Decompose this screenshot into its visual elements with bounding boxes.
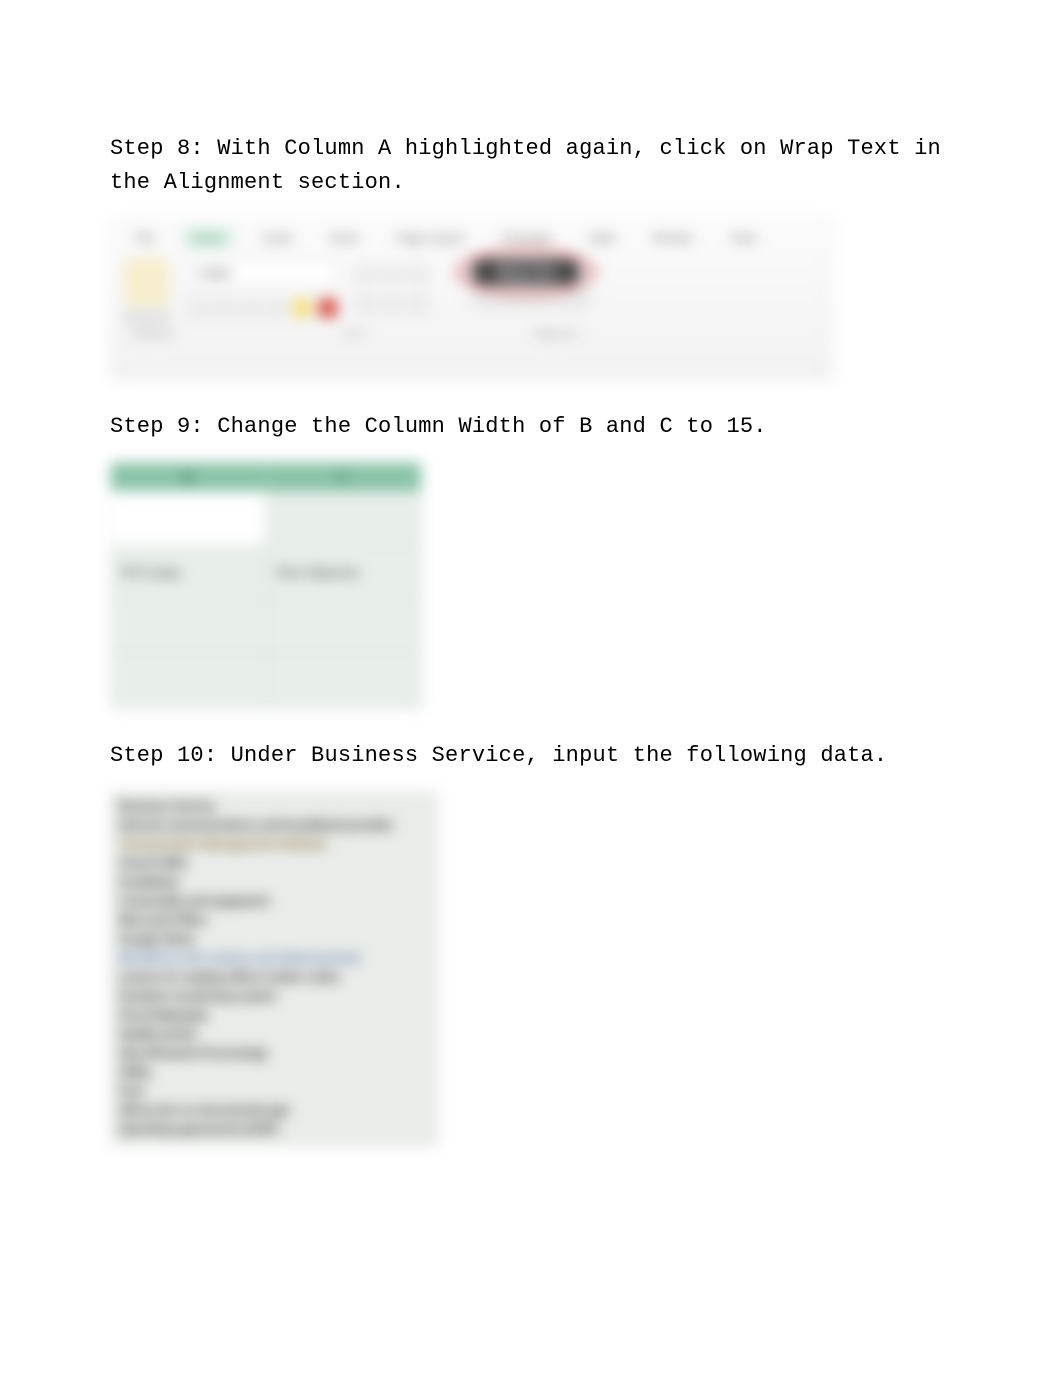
tab-view[interactable]: View — [721, 227, 767, 249]
bold-icon[interactable] — [189, 299, 207, 317]
step8-body: With Column A highlighted again, click o… — [110, 136, 941, 195]
list-item: Ops (Pinnacle Processing) — [119, 1045, 429, 1061]
list-item: Fuel — [119, 1083, 429, 1099]
step10-label: Step 10: — [110, 743, 231, 768]
step8-screenshot: File Home Insert Draw Page Layout Formul… — [110, 218, 952, 380]
align-top-icon[interactable] — [357, 265, 375, 283]
cut-icon[interactable] — [125, 311, 137, 323]
step9-screenshot: B C RTO (day) Plan Objective — [110, 462, 952, 709]
tab-data[interactable]: Data — [580, 227, 625, 249]
font-name-select[interactable]: Calibri — [189, 259, 337, 287]
ribbon-tabs: File Home Insert Draw Page Layout Formul… — [111, 219, 831, 255]
tab-formulas[interactable]: Formulas — [492, 227, 562, 249]
align-middle-icon[interactable] — [383, 265, 401, 283]
step10-screenshot: Business Service Internal communications… — [110, 791, 952, 1146]
group-label-clipboard: Clipboard — [131, 329, 174, 340]
group-label-alignment: Alignment — [534, 329, 578, 340]
clipboard-group — [125, 259, 169, 323]
tab-home[interactable]: Home — [182, 227, 234, 249]
cell-b4[interactable] — [111, 654, 266, 708]
list-item: Business Service — [119, 798, 429, 814]
list-item: Microsoft Office — [119, 912, 429, 928]
step9-body: Change the Column Width of B and C to 15… — [217, 414, 767, 439]
tab-pagelayout[interactable]: Page Layout — [386, 227, 473, 249]
table-row — [111, 491, 421, 545]
font-name-value: Calibri — [198, 266, 232, 280]
align-bottom-icon[interactable] — [409, 265, 427, 283]
paste-icon[interactable] — [126, 259, 168, 305]
list-item: Internal communications and broadband pr… — [119, 817, 429, 833]
list-item: MS ERP (is A/P, vendors and disbursement… — [119, 950, 429, 966]
cell-b3[interactable] — [111, 600, 266, 654]
column-header-c[interactable]: C — [266, 463, 421, 491]
step10-text: Step 10: Under Business Service, input t… — [110, 739, 952, 773]
table-row — [111, 600, 421, 654]
cell-c4[interactable] — [266, 654, 421, 708]
list-item: Transportation Management Software — [119, 836, 429, 852]
fillcolor-icon[interactable] — [293, 299, 311, 317]
list-item: Leisure for reading office/ vendor codes — [119, 969, 429, 985]
align-left-icon[interactable] — [357, 295, 375, 313]
cell-b2[interactable]: RTO (day) — [111, 546, 266, 600]
cell-b1[interactable] — [111, 491, 266, 545]
step9-text: Step 9: Change the Column Width of B and… — [110, 410, 952, 444]
align-icons-group — [357, 259, 427, 313]
list-item: Donation monitoring system — [119, 988, 429, 1004]
table-row — [111, 654, 421, 708]
step10-body: Under Business Service, input the follow… — [231, 743, 888, 768]
cell-c3[interactable] — [266, 600, 421, 654]
list-item: Facilitation — [119, 874, 429, 890]
group-label-font: Font — [344, 329, 364, 340]
list-item: Google Sheet — [119, 931, 429, 947]
annotation-circle — [457, 249, 595, 295]
list-item: Church Bills — [119, 855, 429, 871]
italic-icon[interactable] — [215, 299, 233, 317]
step8-label: Step 8: — [110, 136, 217, 161]
align-right-icon[interactable] — [409, 295, 427, 313]
tab-draw[interactable]: Draw — [320, 227, 368, 249]
cell-c1[interactable] — [266, 491, 421, 545]
tab-file[interactable]: File — [125, 227, 164, 249]
border-icon[interactable] — [267, 299, 285, 317]
list-item: Saddle printer — [119, 1026, 429, 1042]
cell-c2[interactable]: Plan Objective — [266, 546, 421, 600]
formatpainter-icon[interactable] — [157, 311, 169, 323]
fontcolor-icon[interactable] — [319, 299, 337, 317]
copy-icon[interactable] — [141, 311, 153, 323]
font-group: Calibri — [189, 259, 337, 317]
list-item: Commodity and equipment — [119, 893, 429, 909]
list-item: Operating agreements (SOP) — [119, 1121, 429, 1137]
wrap-text-button[interactable]: Wrap Text — [471, 259, 581, 285]
step8-text: Step 8: With Column A highlighted again,… — [110, 132, 952, 200]
list-item: Server/laptop(s) — [119, 1007, 429, 1023]
align-center-icon[interactable] — [383, 295, 401, 313]
business-service-list: Business Service Internal communications… — [110, 791, 438, 1146]
list-item: Utility — [119, 1064, 429, 1080]
step9-label: Step 9: — [110, 414, 217, 439]
column-header-b[interactable]: B — [111, 463, 266, 491]
tab-insert[interactable]: Insert — [252, 227, 302, 249]
tab-review[interactable]: Review — [643, 227, 702, 249]
table-row: RTO (day) Plan Objective — [111, 546, 421, 600]
list-item: SW (Locks on documents) app — [119, 1102, 429, 1118]
underline-icon[interactable] — [241, 299, 259, 317]
